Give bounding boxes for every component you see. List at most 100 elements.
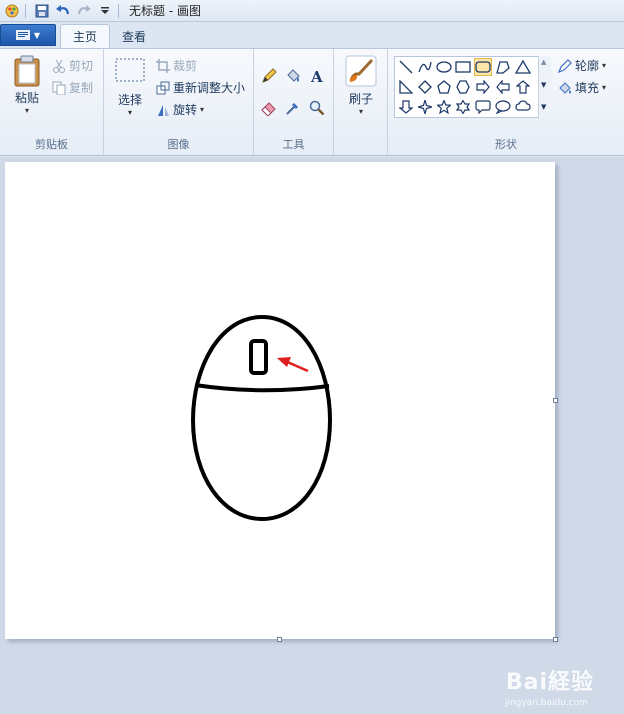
fill-tool[interactable] xyxy=(282,65,304,87)
brushes-label: 刷子 xyxy=(348,92,373,106)
line-icon xyxy=(399,60,413,74)
crop-icon xyxy=(156,58,170,73)
curve-shape[interactable] xyxy=(416,58,434,76)
svg-text:A: A xyxy=(310,68,323,84)
four-point-star-icon xyxy=(418,100,432,114)
six-point-star-shape[interactable] xyxy=(454,98,472,116)
six-point-star-icon xyxy=(456,100,470,114)
canvas-resize-handle-corner[interactable] xyxy=(553,637,558,642)
group-label-image: 图像 xyxy=(167,138,190,151)
magnifier-tool[interactable] xyxy=(306,97,328,119)
chevron-down-icon: ▾ xyxy=(24,106,29,115)
group-label-clipboard: 剪贴板 xyxy=(35,138,68,151)
select-label: 选择 xyxy=(117,93,142,107)
scroll-up-icon[interactable]: ▲ xyxy=(541,58,546,66)
eraser-icon xyxy=(261,102,276,116)
rotate-label: 旋转 xyxy=(173,103,198,117)
canvas-resize-handle-bottom[interactable] xyxy=(277,637,282,642)
five-point-star-shape[interactable] xyxy=(435,98,453,116)
group-label-tools: 工具 xyxy=(282,138,305,151)
rotate-icon xyxy=(158,104,169,116)
oval-callout-shape[interactable] xyxy=(494,98,512,116)
mouse-button-divider xyxy=(194,383,330,393)
document-icon xyxy=(15,30,30,40)
drawing-canvas[interactable] xyxy=(5,162,555,639)
rotate-button[interactable]: 旋转 ▾ xyxy=(156,101,204,118)
tab-home[interactable]: 主页 xyxy=(60,24,111,48)
text-a-icon: A xyxy=(310,68,323,84)
cloud-callout-shape[interactable] xyxy=(514,98,532,116)
redo-icon[interactable] xyxy=(75,2,93,20)
group-label-shapes: 形状 xyxy=(495,138,517,151)
expand-gallery-icon[interactable]: ▼ xyxy=(541,103,546,111)
group-image: 选择 ▾ 裁剪 重新调整大小 旋转 ▾ 图像 xyxy=(104,49,254,155)
hexagon-shape[interactable] xyxy=(454,78,472,96)
select-button[interactable]: 选择 ▾ xyxy=(112,57,148,117)
left-arrow-icon xyxy=(496,80,510,94)
ribbon-tab-row: ▼ 主页 查看 xyxy=(0,22,624,48)
baidu-watermark-url: jingyan.baidu.com xyxy=(504,698,588,708)
four-point-star-shape[interactable] xyxy=(416,98,434,116)
rounded-callout-icon xyxy=(475,100,491,114)
resize-label: 重新调整大小 xyxy=(173,81,246,95)
left-arrow-shape[interactable] xyxy=(494,78,512,96)
paste-button[interactable]: 粘贴 ▾ xyxy=(8,55,46,115)
right-triangle-shape[interactable] xyxy=(397,78,415,96)
rectangle-icon xyxy=(455,61,471,73)
copy-button[interactable]: 复制 xyxy=(52,79,93,96)
chevron-down-icon: ▼ xyxy=(33,30,41,40)
triangle-icon xyxy=(515,60,531,74)
selection-rectangle-icon xyxy=(115,58,145,82)
ribbon: 粘贴 ▾ 剪切 复制 剪贴板 选择 ▾ 裁剪 重新调整大小 旋转 ▾ 图像 A … xyxy=(0,48,624,156)
triangle-shape[interactable] xyxy=(514,58,532,76)
save-icon[interactable] xyxy=(33,2,51,20)
window-title: 无标题 - 画图 xyxy=(129,4,201,18)
text-tool[interactable]: A xyxy=(306,65,328,87)
group-clipboard: 粘贴 ▾ 剪切 复制 剪贴板 xyxy=(0,49,104,155)
color-picker-tool[interactable] xyxy=(282,97,304,119)
polygon-shape[interactable] xyxy=(494,58,512,76)
chevron-down-icon: ▾ xyxy=(602,83,607,92)
down-arrow-shape[interactable] xyxy=(397,98,415,116)
eyedropper-icon xyxy=(286,103,298,115)
cut-label: 剪切 xyxy=(69,59,94,73)
five-point-star-icon xyxy=(437,100,451,114)
rounded-callout-shape[interactable] xyxy=(474,98,492,116)
undo-icon[interactable] xyxy=(54,2,72,20)
shapes-scrollbar[interactable]: ▲ ▼ ▼ xyxy=(538,56,551,118)
up-arrow-icon xyxy=(516,80,530,94)
up-arrow-shape[interactable] xyxy=(514,78,532,96)
brushes-button[interactable]: 刷子 ▾ xyxy=(342,55,380,116)
outline-label: 轮廓 xyxy=(575,59,600,73)
fill-label: 填充 xyxy=(575,81,600,95)
outline-button[interactable]: 轮廓 ▾ xyxy=(558,57,606,74)
pentagon-shape[interactable] xyxy=(435,78,453,96)
oval-icon xyxy=(436,61,452,73)
fill-button[interactable]: 填充 ▾ xyxy=(558,79,606,96)
cut-button[interactable]: 剪切 xyxy=(52,57,93,74)
tab-view[interactable]: 查看 xyxy=(110,24,158,48)
crop-label: 裁剪 xyxy=(173,59,198,73)
diamond-shape[interactable] xyxy=(416,78,434,96)
cloud-callout-icon xyxy=(515,100,531,111)
rounded-rectangle-shape[interactable] xyxy=(474,58,492,76)
rectangle-shape[interactable] xyxy=(454,58,472,76)
paint-menu-button[interactable]: ▼ xyxy=(0,24,56,46)
clipboard-icon xyxy=(14,55,40,87)
magnifier-icon xyxy=(309,100,325,116)
canvas-resize-handle-right[interactable] xyxy=(553,398,558,403)
paint-bucket-icon xyxy=(287,69,300,82)
crop-button[interactable]: 裁剪 xyxy=(156,57,197,74)
line-shape[interactable] xyxy=(397,58,415,76)
baidu-watermark: Bai経验 xyxy=(505,670,594,695)
eraser-tool[interactable] xyxy=(258,97,280,119)
resize-button[interactable]: 重新调整大小 xyxy=(156,79,245,96)
scroll-down-icon[interactable]: ▼ xyxy=(541,81,546,89)
chevron-down-icon: ▾ xyxy=(602,61,607,70)
pencil-tool[interactable] xyxy=(258,65,280,87)
app-icon[interactable] xyxy=(3,2,21,20)
right-triangle-icon xyxy=(399,80,413,94)
customize-quick-access-icon[interactable] xyxy=(96,2,114,20)
oval-shape[interactable] xyxy=(435,58,453,76)
right-arrow-shape[interactable] xyxy=(474,78,492,96)
